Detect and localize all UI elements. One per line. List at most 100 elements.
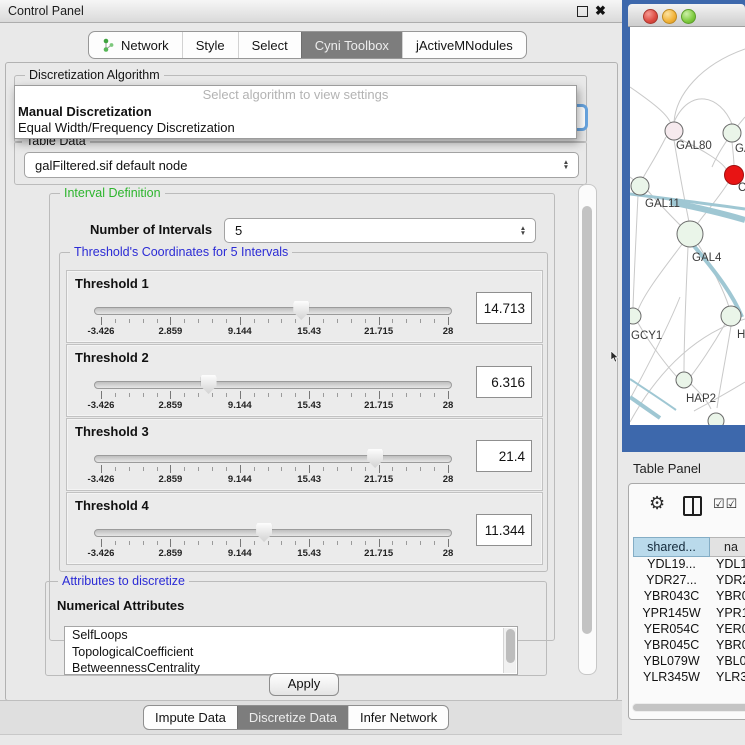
table-cell: YBL0 <box>710 654 745 670</box>
threshold-value-field[interactable] <box>476 366 532 398</box>
tick-mark <box>434 393 435 397</box>
tick-label: 2.859 <box>159 400 183 411</box>
slider-track[interactable] <box>94 529 452 537</box>
table-panel-title: Table Panel <box>633 461 701 476</box>
table-cell: YPR145W <box>633 606 710 622</box>
table-row[interactable]: YLR345WYLR3 <box>633 670 745 684</box>
tab-jactivemnodules[interactable]: jActiveMNodules <box>402 32 526 58</box>
table-cell: YER054C <box>633 622 710 638</box>
tick-mark <box>295 541 296 545</box>
tick-mark <box>420 319 421 323</box>
tick-mark <box>212 467 213 471</box>
slider-track[interactable] <box>94 455 452 463</box>
table-cell: YDR2 <box>710 573 745 589</box>
slider-track[interactable] <box>94 381 452 389</box>
content-scrollbar[interactable] <box>578 184 597 675</box>
network-node-hap2[interactable] <box>676 372 692 388</box>
network-node[interactable] <box>708 413 724 425</box>
tick-mark <box>254 319 255 323</box>
tick-label: 28 <box>443 474 454 485</box>
bottom-tab-bar: Impute DataDiscretize DataInfer Network <box>143 705 449 730</box>
threshold-value-field[interactable] <box>476 292 532 324</box>
table-row[interactable]: YDL19...YDL1 <box>633 557 745 573</box>
network-node-label: GAL4 <box>692 252 722 264</box>
tick-mark <box>115 541 116 545</box>
network-node-h[interactable] <box>721 306 741 326</box>
network-node-gal80[interactable] <box>665 122 683 140</box>
tick-mark <box>101 539 102 547</box>
network-node-gal4[interactable] <box>677 221 703 247</box>
tick-label: 9.144 <box>228 326 252 337</box>
dropdown-option[interactable]: Manual Discretization <box>15 104 576 120</box>
tick-mark <box>170 391 171 399</box>
table-data-value: galFiltered.sif default node <box>25 158 559 173</box>
tick-label: 15.43 <box>297 326 321 337</box>
network-node-label: GCY1 <box>631 330 662 342</box>
apply-button[interactable]: Apply <box>269 673 339 696</box>
table-column-header[interactable]: na <box>710 537 745 557</box>
table-row[interactable]: YBR043CYBR0 <box>633 589 745 605</box>
network-node-gal11[interactable] <box>631 177 649 195</box>
tick-mark <box>170 465 171 473</box>
dropdown-placeholder: Select algorithm to view settings <box>15 86 576 104</box>
table-row[interactable]: YDR27...YDR2 <box>633 573 745 589</box>
attribute-list-item[interactable]: TopologicalCoefficient <box>65 644 517 661</box>
tab-select[interactable]: Select <box>238 32 301 58</box>
network-node-gcy1[interactable] <box>630 308 641 324</box>
attributes-list[interactable]: SelfLoopsTopologicalCoefficientBetweenne… <box>64 626 518 675</box>
minimize-traffic-light-icon[interactable] <box>662 9 677 24</box>
threshold-value-field[interactable] <box>476 514 532 546</box>
table-column-header[interactable]: shared... <box>633 537 710 557</box>
network-canvas[interactable]: GAL80GACGAL11GAL4GCY1HHAP2 <box>630 27 745 425</box>
tick-mark <box>323 319 324 323</box>
table-horizontal-scrollbar[interactable] <box>632 703 745 712</box>
tick-mark <box>115 467 116 471</box>
slider-tick-labels: -3.4262.8599.14415.4321.71528 <box>101 548 448 560</box>
number-of-intervals-combo[interactable]: 5 ▲▼ <box>224 218 536 243</box>
slider-track[interactable] <box>94 307 452 315</box>
tab-style[interactable]: Style <box>182 32 238 58</box>
columns-icon[interactable] <box>683 496 702 516</box>
tick-mark <box>115 319 116 323</box>
close-icon[interactable]: ✖ <box>595 1 606 21</box>
tab-label: Network <box>121 38 169 53</box>
tick-mark <box>240 465 241 473</box>
tick-mark <box>254 467 255 471</box>
zoom-traffic-light-icon[interactable] <box>681 9 696 24</box>
float-window-icon[interactable] <box>577 6 588 17</box>
close-traffic-light-icon[interactable] <box>643 9 658 24</box>
node-table: shared...na YDL19...YDL1YDR27...YDR2YBR0… <box>633 537 745 684</box>
tick-label: 2.859 <box>159 326 183 337</box>
table-row[interactable]: YBL079WYBL0 <box>633 654 745 670</box>
tab-infer-network[interactable]: Infer Network <box>348 706 448 729</box>
table-data-combo[interactable]: galFiltered.sif default node ▲▼ <box>24 152 579 178</box>
threshold-value-field[interactable] <box>476 440 532 472</box>
tick-mark <box>212 393 213 397</box>
network-node-label: C <box>738 182 745 194</box>
attribute-list-item[interactable]: SelfLoops <box>65 627 517 644</box>
tab-impute-data[interactable]: Impute Data <box>144 706 237 729</box>
numerical-attributes-label: Numerical Attributes <box>57 598 184 613</box>
checkbox-filter-icons[interactable]: ☑☑ <box>713 496 738 512</box>
table-row[interactable]: YPR145WYPR1 <box>633 606 745 622</box>
tick-label: 9.144 <box>228 474 252 485</box>
table-row[interactable]: YBR045CYBR0 <box>633 638 745 654</box>
table-row[interactable]: YER054CYER0 <box>633 622 745 638</box>
tab-network[interactable]: Network <box>89 32 182 58</box>
network-node-ga[interactable] <box>723 124 741 142</box>
tick-label: 21.715 <box>364 326 393 337</box>
tick-label: 28 <box>443 400 454 411</box>
attributes-group: Attributes to discretize Numerical Attri… <box>45 581 547 676</box>
table-rows: YDL19...YDL1YDR27...YDR2YBR043CYBR0YPR14… <box>633 557 745 684</box>
gear-icon[interactable]: ⚙ <box>649 493 665 514</box>
tab-discretize-data[interactable]: Discretize Data <box>237 706 348 729</box>
control-panel-titlebar[interactable]: Control Panel ✖ <box>0 0 622 23</box>
tick-mark <box>420 393 421 397</box>
network-view-window[interactable]: GAL80GACGAL11GAL4GCY1HHAP2 <box>622 0 745 452</box>
table-cell: YLR345W <box>633 670 710 684</box>
tab-cyni-toolbox[interactable]: Cyni Toolbox <box>301 32 402 58</box>
attributes-scrollbar[interactable] <box>503 628 516 673</box>
tick-mark <box>281 467 282 471</box>
dropdown-option[interactable]: Equal Width/Frequency Discretization <box>15 120 576 136</box>
network-window-titlebar[interactable] <box>628 4 745 27</box>
